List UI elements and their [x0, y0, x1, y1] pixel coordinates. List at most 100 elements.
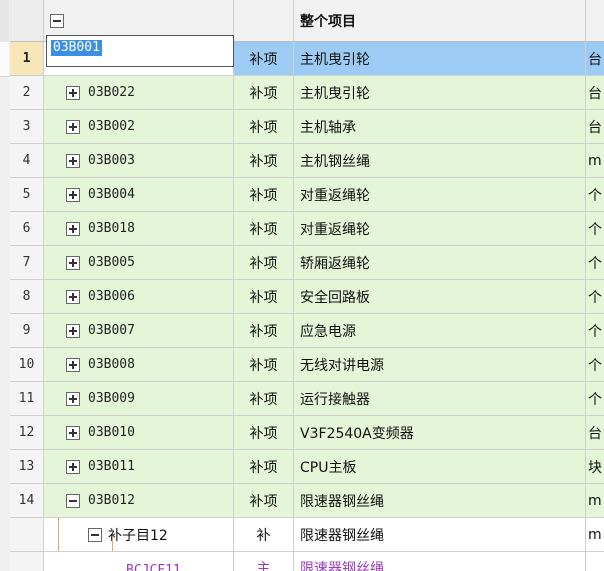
unit-header	[586, 0, 604, 41]
type-cell: 补项	[234, 246, 294, 279]
name-cell: 主机曳引轮	[294, 42, 586, 75]
type-cell: 补项	[234, 280, 294, 313]
expand-icon[interactable]	[66, 459, 80, 474]
code-cell[interactable]: 03B018	[44, 212, 234, 245]
type-cell: 补项	[234, 450, 294, 483]
code-cell[interactable]: 03B004	[44, 178, 234, 211]
project-title: 整个项目	[294, 0, 586, 41]
item-code: 03B008	[88, 357, 135, 372]
name-cell: 限速器钢丝绳	[294, 552, 586, 571]
expand-icon[interactable]	[66, 187, 80, 202]
code-cell[interactable]: 03B005	[44, 246, 234, 279]
row-number: 6	[10, 212, 44, 245]
name-cell: 主机曳引轮	[294, 76, 586, 109]
row-number	[10, 518, 44, 551]
name-cell: 主机轴承	[294, 110, 586, 143]
table-row[interactable]: 2 03B022 补项 主机曳引轮 台	[10, 76, 604, 110]
table-row[interactable]: 4 03B003 补项 主机钢丝绳 m	[10, 144, 604, 178]
code-cell[interactable]: 03B009	[44, 382, 234, 415]
expand-icon[interactable]	[66, 255, 80, 270]
row-number: 1	[10, 42, 44, 75]
code-cell[interactable]: 03B006	[44, 280, 234, 313]
type-cell: 补项	[234, 178, 294, 211]
code-cell[interactable]: 补子目12	[44, 518, 234, 551]
table-row[interactable]: 7 03B005 补项 轿厢返绳轮 个	[10, 246, 604, 280]
row-number: 5	[10, 178, 44, 211]
unit-cell: 台	[586, 42, 604, 75]
name-cell: 应急电源	[294, 314, 586, 347]
name-cell: V3F2540A变频器	[294, 416, 586, 449]
code-cell[interactable]: 03B011	[44, 450, 234, 483]
code-cell[interactable]: 03B002	[44, 110, 234, 143]
table-row[interactable]: 3 03B002 补项 主机轴承 台	[10, 110, 604, 144]
table-row[interactable]: 5 03B004 补项 对重返绳轮 个	[10, 178, 604, 212]
expand-icon[interactable]	[66, 289, 80, 304]
unit-cell: 台	[586, 76, 604, 109]
tree-line	[112, 536, 113, 551]
table-row-partial[interactable]: BCJCF11 主 限速器钢丝绳	[10, 552, 604, 571]
sub-item-code: 补子目12	[108, 527, 168, 544]
name-cell: 安全回路板	[294, 280, 586, 313]
item-code: 03B004	[88, 187, 135, 202]
code-cell[interactable]: 03B010	[44, 416, 234, 449]
code-edit-input[interactable]: 03B001	[46, 35, 234, 67]
table-row[interactable]: 13 03B011 补项 CPU主板 块	[10, 450, 604, 484]
expand-icon[interactable]	[66, 221, 80, 236]
code-cell[interactable]: 03B008	[44, 348, 234, 381]
type-cell: 补项	[234, 348, 294, 381]
expand-icon[interactable]	[66, 85, 80, 100]
row-number: 9	[10, 314, 44, 347]
unit-cell: 台	[586, 110, 604, 143]
table-row[interactable]: 9 03B007 补项 应急电源 个	[10, 314, 604, 348]
type-cell: 补项	[234, 42, 294, 75]
collapse-icon[interactable]	[88, 527, 102, 542]
unit-cell: 个	[586, 212, 604, 245]
unit-cell: 个	[586, 178, 604, 211]
table-row[interactable]: 6 03B018 补项 对重返绳轮 个	[10, 212, 604, 246]
type-cell: 补项	[234, 314, 294, 347]
expand-icon[interactable]	[66, 357, 80, 372]
unit-cell: 个	[586, 382, 604, 415]
item-code: 03B022	[88, 85, 135, 100]
type-cell: 主	[234, 552, 294, 571]
name-cell: 轿厢返绳轮	[294, 246, 586, 279]
left-panel-tab[interactable]	[0, 0, 9, 43]
name-cell: 限速器钢丝绳	[294, 518, 586, 551]
collapse-icon[interactable]	[66, 493, 80, 508]
name-cell: 运行接触器	[294, 382, 586, 415]
unit-cell: m	[586, 484, 604, 517]
type-cell: 补项	[234, 416, 294, 449]
left-panel-tab[interactable]	[0, 42, 9, 77]
row-number: 8	[10, 280, 44, 313]
row-number: 2	[10, 76, 44, 109]
unit-cell: m	[586, 144, 604, 177]
code-cell[interactable]: 03B012	[44, 484, 234, 517]
item-code: 03B006	[88, 289, 135, 304]
row-number: 11	[10, 382, 44, 415]
expand-icon[interactable]	[66, 391, 80, 406]
expand-icon[interactable]	[66, 153, 80, 168]
code-cell[interactable]: 03B007	[44, 314, 234, 347]
table-row[interactable]: 8 03B006 补项 安全回路板 个	[10, 280, 604, 314]
table-row[interactable]: 14 03B012 补项 限速器钢丝绳 m	[10, 484, 604, 518]
row-number	[10, 552, 44, 571]
expand-icon[interactable]	[66, 119, 80, 134]
type-text: 主	[256, 561, 271, 571]
collapse-all-icon[interactable]	[50, 13, 64, 28]
table-row[interactable]: 10 03B008 补项 无线对讲电源 个	[10, 348, 604, 382]
code-cell[interactable]: BCJCF11	[44, 552, 234, 571]
expand-icon[interactable]	[66, 323, 80, 338]
item-code: 03B010	[88, 425, 135, 440]
unit-cell	[586, 552, 604, 571]
code-cell[interactable]: 03B003	[44, 144, 234, 177]
expand-icon[interactable]	[66, 425, 80, 440]
item-code: 03B012	[88, 493, 135, 508]
type-cell: 补	[234, 518, 294, 551]
table-row[interactable]: 11 03B009 补项 运行接触器 个	[10, 382, 604, 416]
selected-code-text: 03B001	[51, 40, 102, 56]
unit-cell: m	[588, 526, 602, 543]
code-cell[interactable]: 03B022	[44, 76, 234, 109]
table-row-sub[interactable]: 补子目12 补 限速器钢丝绳 m	[10, 518, 604, 552]
table-row[interactable]: 12 03B010 补项 V3F2540A变频器 台	[10, 416, 604, 450]
name-cell: 限速器钢丝绳	[294, 484, 586, 517]
